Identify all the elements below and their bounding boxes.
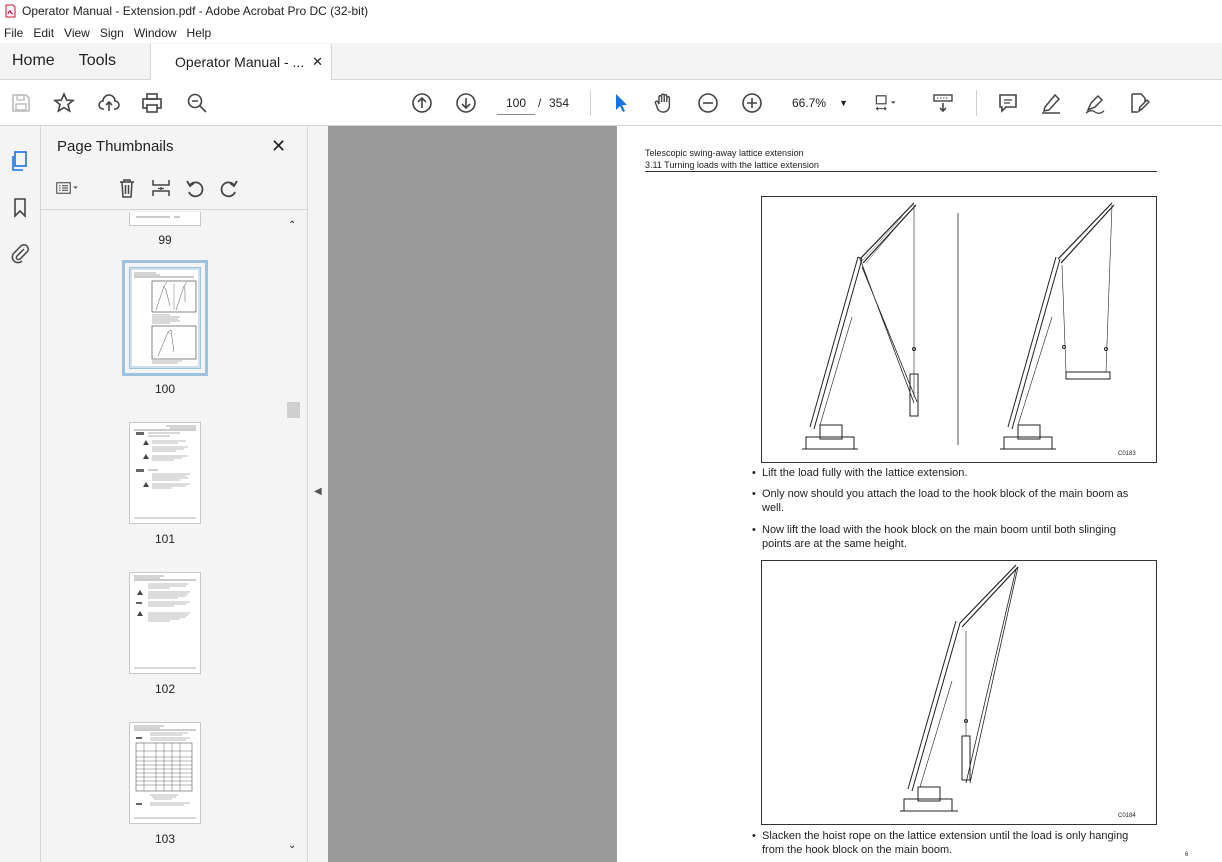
page-header-section: 3.11 Turning loads with the lattice exte… — [645, 160, 819, 170]
crane-figure-1: C0183 — [761, 196, 1157, 463]
delete-page-icon[interactable] — [115, 176, 139, 200]
tab-tools[interactable]: Tools — [67, 43, 128, 79]
thumbnail-toolbar — [41, 166, 307, 210]
navigation-rail — [0, 126, 41, 862]
comment-icon[interactable] — [995, 90, 1021, 116]
page-fit-icon[interactable] — [873, 90, 899, 116]
thumbnails-scrollbar[interactable] — [285, 215, 301, 855]
next-page-icon[interactable] — [453, 90, 479, 116]
menu-bar: File Edit View Sign Window Help — [0, 22, 1222, 43]
insert-page-icon[interactable] — [149, 176, 173, 200]
pdf-page: Telescopic swing-away lattice extension … — [617, 126, 1222, 862]
crane-figure-2: C0184 — [761, 560, 1157, 825]
rotate-cw-icon[interactable] — [217, 176, 241, 200]
tab-bar: Home Tools Operator Manual - ... ✕ — [0, 43, 1222, 80]
page-corner-mark: 6 — [1185, 852, 1189, 858]
bookmark-icon[interactable] — [7, 194, 33, 220]
scroll-down-icon[interactable]: ⌄ — [288, 840, 296, 851]
star-icon[interactable] — [51, 90, 77, 116]
tab-home[interactable]: Home — [0, 43, 67, 79]
attachment-icon[interactable] — [7, 240, 33, 266]
save-icon[interactable] — [8, 90, 34, 116]
instruction-bullet: Only now should you attach the load to t… — [752, 487, 1142, 515]
thumbnail-label: 102 — [154, 682, 176, 696]
collapse-arrow-icon[interactable]: ◀ — [314, 486, 322, 497]
menu-sign[interactable]: Sign — [96, 26, 130, 40]
instruction-bullet: Slacken the hoist rope on the lattice ex… — [752, 829, 1142, 857]
zoom-level-dropdown[interactable]: 66.7% ▼ — [786, 91, 858, 115]
menu-help[interactable]: Help — [183, 26, 218, 40]
page-thumbnails-icon[interactable] — [7, 148, 33, 174]
menu-window[interactable]: Window — [130, 26, 183, 40]
thumbnails-panel: Page Thumbnails ✕ 99 100 101 102 103 — [41, 126, 307, 862]
instruction-bullet: Lift the load fully with the lattice ext… — [752, 466, 1142, 480]
print-icon[interactable] — [139, 90, 165, 116]
thumbnail-label: 103 — [154, 832, 176, 846]
figure-code: C0184 — [1118, 813, 1136, 819]
acrobat-logo-icon — [5, 4, 16, 18]
edit-pdf-icon[interactable] — [1126, 90, 1152, 116]
menu-view[interactable]: View — [60, 26, 96, 40]
close-panel-icon[interactable]: ✕ — [271, 136, 286, 157]
document-viewer[interactable]: Telescopic swing-away lattice extension … — [328, 126, 1222, 862]
toolbar-divider — [976, 90, 977, 116]
toolbar-divider — [590, 90, 591, 116]
menu-file[interactable]: File — [0, 26, 29, 40]
previous-page-icon[interactable] — [409, 90, 435, 116]
page-total: 354 — [549, 96, 570, 110]
find-zoom-icon[interactable] — [184, 90, 210, 116]
highlight-pen-icon[interactable] — [1038, 90, 1064, 116]
rotate-ccw-icon[interactable] — [183, 176, 207, 200]
cloud-upload-icon[interactable] — [96, 90, 122, 116]
thumbnail-page[interactable] — [129, 422, 201, 524]
scrollbar-thumb[interactable] — [287, 402, 300, 418]
header-rule — [645, 171, 1157, 172]
sign-pen-icon[interactable] — [1082, 90, 1108, 116]
thumbnails-list: 99 100 101 102 103 — [41, 212, 285, 862]
menu-edit[interactable]: Edit — [29, 26, 60, 40]
thumbnail-page[interactable] — [129, 212, 201, 226]
panel-collapse-bar[interactable]: ◀ — [307, 126, 328, 862]
thumbnail-page[interactable] — [129, 722, 201, 824]
zoom-out-icon[interactable] — [695, 90, 721, 116]
chevron-down-icon: ▼ — [839, 98, 848, 108]
crane-illustration — [900, 564, 1019, 812]
select-cursor-icon[interactable] — [607, 90, 633, 116]
scroll-up-icon[interactable]: ⌃ — [288, 220, 296, 231]
crane-illustration — [802, 202, 1115, 450]
panel-title: Page Thumbnails — [57, 138, 174, 155]
page-number-input[interactable]: 100 — [497, 91, 535, 115]
thumbnail-label: 99 — [158, 233, 172, 247]
tab-document[interactable]: Operator Manual - ... ✕ — [150, 44, 333, 80]
title-bar: Operator Manual - Extension.pdf - Adobe … — [0, 0, 1222, 22]
zoom-level-value: 66.7% — [792, 96, 827, 110]
thumbnail-options-icon[interactable] — [56, 176, 80, 200]
window-title: Operator Manual - Extension.pdf - Adobe … — [22, 4, 369, 18]
instruction-bullet: Now lift the load with the hook block on… — [752, 523, 1142, 551]
figure-code: C0183 — [1118, 451, 1136, 457]
thumbnail-page-selected[interactable] — [122, 260, 208, 376]
close-tab-icon[interactable]: ✕ — [312, 54, 323, 70]
thumbnail-label: 101 — [154, 532, 176, 546]
hand-tool-icon[interactable] — [651, 90, 677, 116]
thumbnail-label: 100 — [154, 382, 176, 396]
page-header-title: Telescopic swing-away lattice extension — [645, 148, 804, 158]
zoom-in-icon[interactable] — [739, 90, 765, 116]
page-separator: / — [538, 96, 542, 110]
scroll-mode-icon[interactable] — [930, 90, 956, 116]
thumbnail-page[interactable] — [129, 572, 201, 674]
tab-document-label: Operator Manual - ... — [175, 54, 305, 70]
